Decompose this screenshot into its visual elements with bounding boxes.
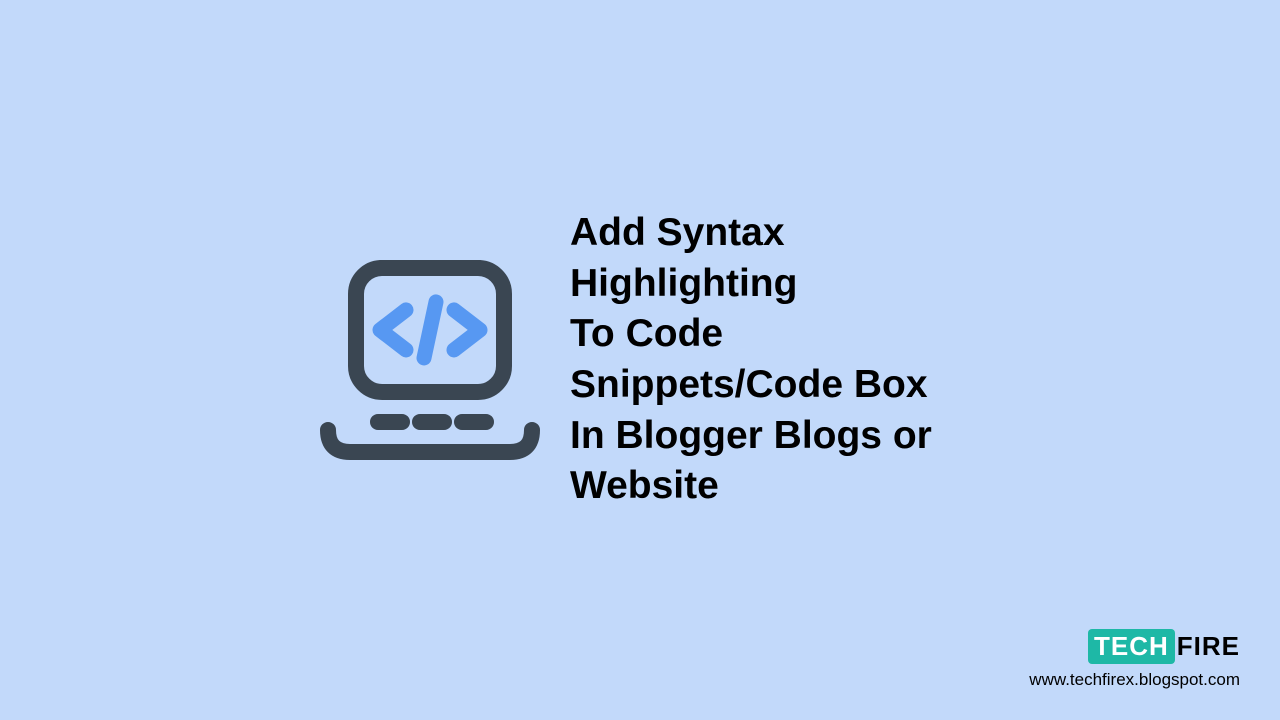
heading-line-1: Add Syntax Highlighting [570,208,960,309]
laptop-code-icon [320,260,540,460]
heading-line-3: In Blogger Blogs or Website [570,411,960,512]
website-url: www.techfirex.blogspot.com [1029,670,1240,690]
branding-block: TECH FIRE www.techfirex.blogspot.com [1029,629,1240,690]
logo-part-tech: TECH [1088,629,1175,664]
main-heading: Add Syntax Highlighting To Code Snippets… [570,208,960,512]
main-content: Add Syntax Highlighting To Code Snippets… [320,208,960,512]
heading-line-2: To Code Snippets/Code Box [570,309,960,410]
logo-part-fire: FIRE [1177,631,1240,662]
logo: TECH FIRE [1088,629,1240,664]
